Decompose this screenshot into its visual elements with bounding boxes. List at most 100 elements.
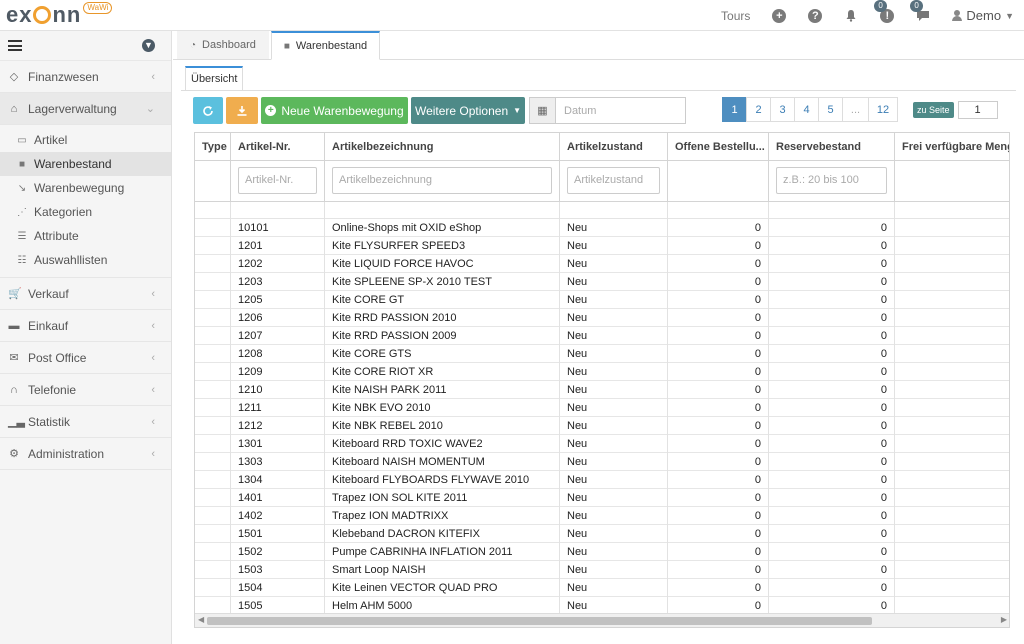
sidebar-item-verkauf[interactable]: 🛒 Verkauf ‹ xyxy=(0,278,171,310)
column-header-type[interactable]: Type xyxy=(195,133,231,161)
sidebar-subitem-attribute[interactable]: ☰ Attribute xyxy=(0,224,171,248)
scroll-left-icon[interactable]: ◀ xyxy=(198,615,204,624)
table-row[interactable]: 10101 Online-Shops mit OXID eShop Neu 0 0 xyxy=(195,219,1009,237)
cell-artikelzustand: Neu xyxy=(560,543,668,561)
goto-page-button[interactable]: zu Seite xyxy=(913,101,954,118)
calendar-icon[interactable]: ▦ xyxy=(530,98,556,123)
column-header-artikelzustand[interactable]: Artikelzustand xyxy=(560,133,668,161)
filter-artikel-nr-input[interactable]: Artikel-Nr. xyxy=(238,167,317,194)
table-row[interactable]: 1304 Kiteboard FLYBOARDS FLYWAVE 2010 Neu 0… xyxy=(195,471,1009,489)
sidebar-item-label: Finanzwesen xyxy=(28,69,99,84)
sidebar-item-finanzwesen[interactable]: ◇ Finanzwesen ‹ xyxy=(0,61,171,93)
sidebar-item-post-office[interactable]: ✉ Post Office ‹ xyxy=(0,342,171,374)
goto-page-input[interactable]: 1 xyxy=(957,100,998,119)
table-row[interactable]: 1201 Kite FLYSURFER SPEED3 Neu 0 0 xyxy=(195,237,1009,255)
sidebar-subitem-kategorien[interactable]: ⋰ Kategorien xyxy=(0,200,171,224)
sidebar-item-label: Statistik xyxy=(28,414,71,429)
tab-dashboard[interactable]: ◔ Dashboard xyxy=(177,31,269,59)
tours-link[interactable]: Tours xyxy=(721,9,750,23)
cell-artikelzustand: Neu xyxy=(560,237,668,255)
sidebar-subitem-warenbewegung[interactable]: ↘ Warenbewegung xyxy=(0,176,171,200)
tab-bar: ◔ Dashboard ■ Warenbestand xyxy=(173,31,1024,60)
table-row[interactable]: 1212 Kite NBK REBEL 2010 Neu 0 0 xyxy=(195,417,1009,435)
table-row[interactable]: 1501 Klebeband DACRON KITEFIX Neu 0 0 xyxy=(195,525,1009,543)
sidebar-item-telefonie[interactable]: ∩ Telefonie ‹ xyxy=(0,374,171,406)
table-row[interactable]: 1401 Trapez ION SOL KITE 2011 Neu 0 0 xyxy=(195,489,1009,507)
page-button-3[interactable]: 3 xyxy=(770,97,795,122)
cell-reservebestand: 0 xyxy=(769,399,895,417)
page-button-4[interactable]: 4 xyxy=(794,97,819,122)
refresh-button[interactable] xyxy=(193,97,223,124)
sidebar-item-einkauf[interactable]: ▬ Einkauf ‹ xyxy=(0,310,171,342)
more-options-button[interactable]: Weitere Optionen ▼ xyxy=(411,97,525,124)
bar-chart-icon: ▁▃ xyxy=(8,416,25,428)
alert-icon[interactable]: ! 0 xyxy=(874,0,895,23)
column-header-artikel-nr[interactable]: Artikel-Nr. xyxy=(231,133,325,161)
cell-offene-bestellungen: 0 xyxy=(668,309,769,327)
table-row[interactable]: 1206 Kite RRD PASSION 2010 Neu 0 0 xyxy=(195,309,1009,327)
cell-offene-bestellungen: 0 xyxy=(668,399,769,417)
hamburger-icon[interactable] xyxy=(8,40,22,51)
table-row[interactable]: 1303 Kiteboard NAISH MOMENTUM Neu 0 0 xyxy=(195,453,1009,471)
sidebar-subitem-warenbestand[interactable]: ■ Warenbestand xyxy=(0,152,171,176)
download-circle-icon[interactable]: ▼ xyxy=(142,39,155,52)
cell-artikel-nr: 1501 xyxy=(231,525,325,543)
chat-icon[interactable]: 0 xyxy=(910,0,930,23)
cell-type xyxy=(195,399,231,417)
horizontal-scrollbar[interactable]: ◀ ▶ xyxy=(195,613,1009,627)
cell-frei-verfuegbare-menge xyxy=(895,363,1009,381)
page-button-2[interactable]: 2 xyxy=(746,97,771,122)
cell-reservebestand: 0 xyxy=(769,237,895,255)
filter-zustand-input[interactable]: Artikelzustand xyxy=(567,167,660,194)
page-button-5[interactable]: 5 xyxy=(818,97,843,122)
help-icon[interactable]: ? xyxy=(808,8,823,23)
table-row[interactable]: 1208 Kite CORE GTS Neu 0 0 xyxy=(195,345,1009,363)
table-row[interactable]: 1402 Trapez ION MADTRIXX Neu 0 0 xyxy=(195,507,1009,525)
user-menu[interactable]: Demo ▼ xyxy=(952,8,1014,23)
table-row[interactable]: 1502 Pumpe CABRINHA INFLATION 2011 Neu 0 0 xyxy=(195,543,1009,561)
column-header-reservebestand[interactable]: Reservebestand xyxy=(769,133,895,161)
table-row[interactable]: 1207 Kite RRD PASSION 2009 Neu 0 0 xyxy=(195,327,1009,345)
tab-warenbestand[interactable]: ■ Warenbestand xyxy=(270,31,381,60)
scroll-right-icon[interactable]: ▶ xyxy=(1001,615,1007,624)
page-button-1[interactable]: 1 xyxy=(722,97,747,122)
download-button[interactable] xyxy=(226,97,258,124)
grid-header: Type Artikel-Nr. Artikelbezeichnung Arti… xyxy=(195,133,1009,161)
table-row[interactable]: 1205 Kite CORE GT Neu 0 0 xyxy=(195,291,1009,309)
cell-offene-bestellungen: 0 xyxy=(668,291,769,309)
app-logo[interactable]: ex nn WaWi xyxy=(6,2,113,28)
add-icon[interactable]: + xyxy=(772,8,787,23)
table-row[interactable]: 1209 Kite CORE RIOT XR Neu 0 0 xyxy=(195,363,1009,381)
filter-reserve-input[interactable]: z.B.: 20 bis 100 xyxy=(776,167,887,194)
column-header-offene-bestellungen[interactable]: Offene Bestellu... xyxy=(668,133,769,161)
sidebar-item-lagerverwaltung[interactable]: ⌂ Lagerverwaltung ⌄ xyxy=(0,93,171,125)
cell-artikelzustand: Neu xyxy=(560,579,668,597)
column-header-artikelbezeichnung[interactable]: Artikelbezeichnung xyxy=(325,133,560,161)
table-row[interactable]: 1211 Kite NBK EVO 2010 Neu 0 0 xyxy=(195,399,1009,417)
filter-bezeichnung-input[interactable]: Artikelbezeichnung xyxy=(332,167,552,194)
table-row[interactable]: 1504 Kite Leinen VECTOR QUAD PRO Neu 0 0 xyxy=(195,579,1009,597)
cell-type xyxy=(195,561,231,579)
table-row[interactable]: 1503 Smart Loop NAISH Neu 0 0 xyxy=(195,561,1009,579)
cell-artikel-nr: 1504 xyxy=(231,579,325,597)
new-stock-movement-button[interactable]: + Neue Warenbewegung xyxy=(261,97,408,124)
table-row[interactable]: 1210 Kite NAISH PARK 2011 Neu 0 0 xyxy=(195,381,1009,399)
column-header-frei-verfuegbare-menge[interactable]: Frei verfügbare Menge xyxy=(895,133,1009,161)
sidebar-subitem-artikel[interactable]: ▭ Artikel xyxy=(0,128,171,152)
page-button-12[interactable]: 12 xyxy=(868,97,898,122)
table-row[interactable]: 1301 Kiteboard RRD TOXIC WAVE2 Neu 0 0 xyxy=(195,435,1009,453)
cell-reservebestand: 0 xyxy=(769,525,895,543)
bell-icon[interactable] xyxy=(844,9,858,23)
table-row[interactable]: 1203 Kite SPLEENE SP-X 2010 TEST Neu 0 0 xyxy=(195,273,1009,291)
cell-reservebestand: 0 xyxy=(769,489,895,507)
sidebar-subitem-auswahllisten[interactable]: ☷ Auswahllisten xyxy=(0,248,171,272)
scrollbar-thumb[interactable] xyxy=(207,617,872,625)
cell-offene-bestellungen: 0 xyxy=(668,435,769,453)
subtab-uebersicht[interactable]: Übersicht xyxy=(185,66,244,91)
date-input[interactable]: ▦ Datum xyxy=(529,97,686,124)
table-row[interactable]: 1202 Kite LIQUID FORCE HAVOC Neu 0 0 xyxy=(195,255,1009,273)
cell-artikel-nr: 1202 xyxy=(231,255,325,273)
sidebar-item-statistik[interactable]: ▁▃ Statistik ‹ xyxy=(0,406,171,438)
sidebar-item-administration[interactable]: ⚙ Administration ‹ xyxy=(0,438,171,470)
cell-artikelzustand: Neu xyxy=(560,453,668,471)
